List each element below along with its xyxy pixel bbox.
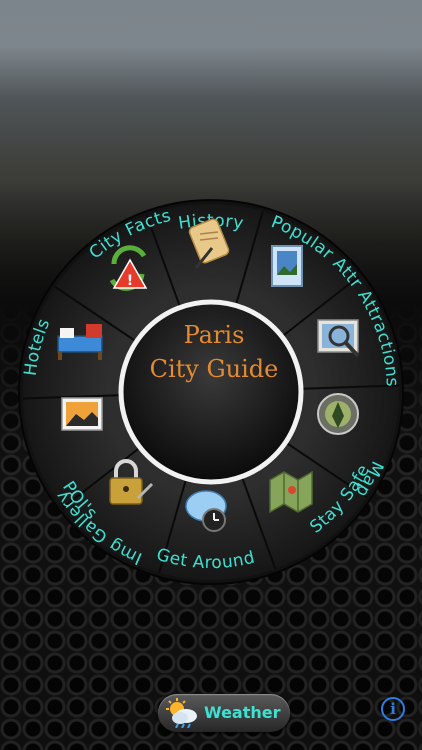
info-button[interactable]: i bbox=[381, 697, 405, 721]
center-title: Paris City Guide bbox=[128, 318, 300, 386]
weather-sun-cloud-icon bbox=[166, 698, 197, 728]
weather-button[interactable]: Weather bbox=[158, 694, 290, 732]
picture-frame-icon[interactable] bbox=[271, 245, 303, 287]
compass-pin-icon[interactable] bbox=[317, 393, 359, 435]
folded-map-icon[interactable] bbox=[269, 470, 313, 514]
svg-text:!: ! bbox=[127, 273, 133, 289]
photo-icon[interactable] bbox=[61, 397, 103, 431]
magnifier-map-icon[interactable] bbox=[317, 319, 360, 358]
center-title-line2: City Guide bbox=[149, 355, 279, 383]
weather-label: Weather bbox=[204, 703, 281, 722]
center-title-line1: Paris bbox=[183, 321, 245, 349]
